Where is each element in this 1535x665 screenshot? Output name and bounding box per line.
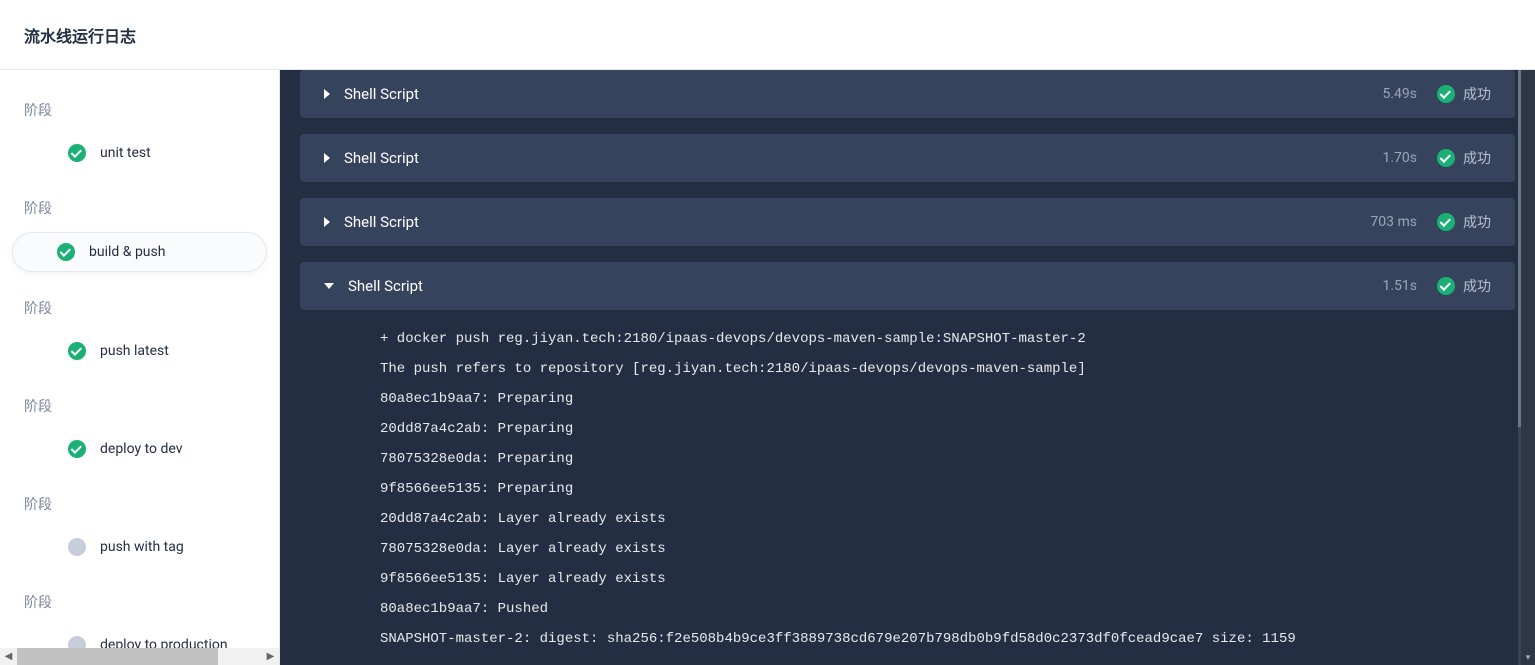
stage-label: 阶段: [0, 288, 279, 328]
caret-right-icon: [324, 89, 330, 99]
scroll-right-icon[interactable]: ▶: [262, 648, 279, 665]
caret-right-icon: [324, 153, 330, 163]
check-circle-icon: [57, 243, 75, 261]
check-circle-icon: [1437, 85, 1455, 103]
log-panel: Shell Script5.49s成功Shell Script1.70s成功Sh…: [280, 70, 1535, 665]
step-status-text: 成功: [1463, 84, 1491, 104]
header: 流水线运行日志: [0, 0, 1535, 70]
step-status-text: 成功: [1463, 148, 1491, 168]
step-row[interactable]: Shell Script5.49s 成功: [300, 70, 1515, 118]
step-title: Shell Script: [344, 85, 1382, 103]
steps-container: Shell Script5.49s成功Shell Script1.70s成功Sh…: [300, 70, 1515, 664]
outer-vertical-scrollbar[interactable]: ▾: [1521, 70, 1535, 665]
sidebar-horizontal-scrollbar[interactable]: ◀ ▶: [0, 648, 279, 665]
stage-name: deploy to dev: [100, 441, 182, 457]
stage-label: 阶段: [0, 90, 279, 130]
stage-name: push latest: [100, 343, 169, 359]
sidebar-stage-item[interactable]: unit test: [12, 134, 267, 172]
stage-label: 阶段: [0, 582, 279, 622]
check-circle-icon: [68, 342, 86, 360]
stage-name: push with tag: [100, 539, 184, 555]
step-duration: 5.49s: [1382, 86, 1417, 102]
stage-label: 阶段: [0, 386, 279, 426]
check-circle-icon: [1437, 149, 1455, 167]
sidebar: 阶段 unit test 阶段 build & push 阶段 push latest 阶段…: [0, 70, 280, 665]
step-status-text: 成功: [1463, 276, 1491, 296]
step-status: 成功: [1437, 84, 1491, 104]
step-status: 成功: [1437, 212, 1491, 232]
sidebar-stage-item[interactable]: build & push: [12, 232, 267, 272]
step-row[interactable]: Shell Script1.51s 成功: [300, 262, 1515, 310]
stage-name: unit test: [100, 145, 151, 161]
step-status: 成功: [1437, 276, 1491, 296]
caret-right-icon: [324, 217, 330, 227]
stage-label: 阶段: [0, 484, 279, 524]
step-duration: 703 ms: [1370, 214, 1417, 230]
sidebar-stage-item[interactable]: push latest: [12, 332, 267, 370]
pending-circle-icon: [68, 538, 86, 556]
step-title: Shell Script: [348, 277, 1382, 295]
log-output: + docker push reg.jiyan.tech:2180/ipaas-…: [300, 310, 1515, 654]
scroll-left-icon[interactable]: ◀: [0, 648, 17, 665]
step-status: 成功: [1437, 148, 1491, 168]
step-title: Shell Script: [344, 149, 1382, 167]
scroll-track[interactable]: [17, 648, 262, 665]
step-status-text: 成功: [1463, 212, 1491, 232]
caret-down-icon: [324, 283, 334, 289]
step-duration: 1.70s: [1382, 150, 1417, 166]
stage-name: build & push: [89, 244, 165, 260]
body: 阶段 unit test 阶段 build & push 阶段 push latest 阶段…: [0, 70, 1535, 665]
step-row[interactable]: Shell Script703 ms 成功: [300, 198, 1515, 246]
step-title: Shell Script: [344, 213, 1370, 231]
stage-label: 阶段: [0, 188, 279, 228]
sidebar-stage-item[interactable]: deploy to dev: [12, 430, 267, 468]
check-circle-icon: [68, 440, 86, 458]
step-duration: 1.51s: [1382, 278, 1417, 294]
step-row[interactable]: Shell Script1.70s 成功: [300, 134, 1515, 182]
scroll-thumb[interactable]: [17, 648, 218, 665]
scroll-down-icon[interactable]: ▾: [1521, 651, 1535, 665]
check-circle-icon: [68, 144, 86, 162]
check-circle-icon: [1437, 213, 1455, 231]
check-circle-icon: [1437, 277, 1455, 295]
page-title: 流水线运行日志: [24, 23, 136, 47]
sidebar-stage-item[interactable]: push with tag: [12, 528, 267, 566]
